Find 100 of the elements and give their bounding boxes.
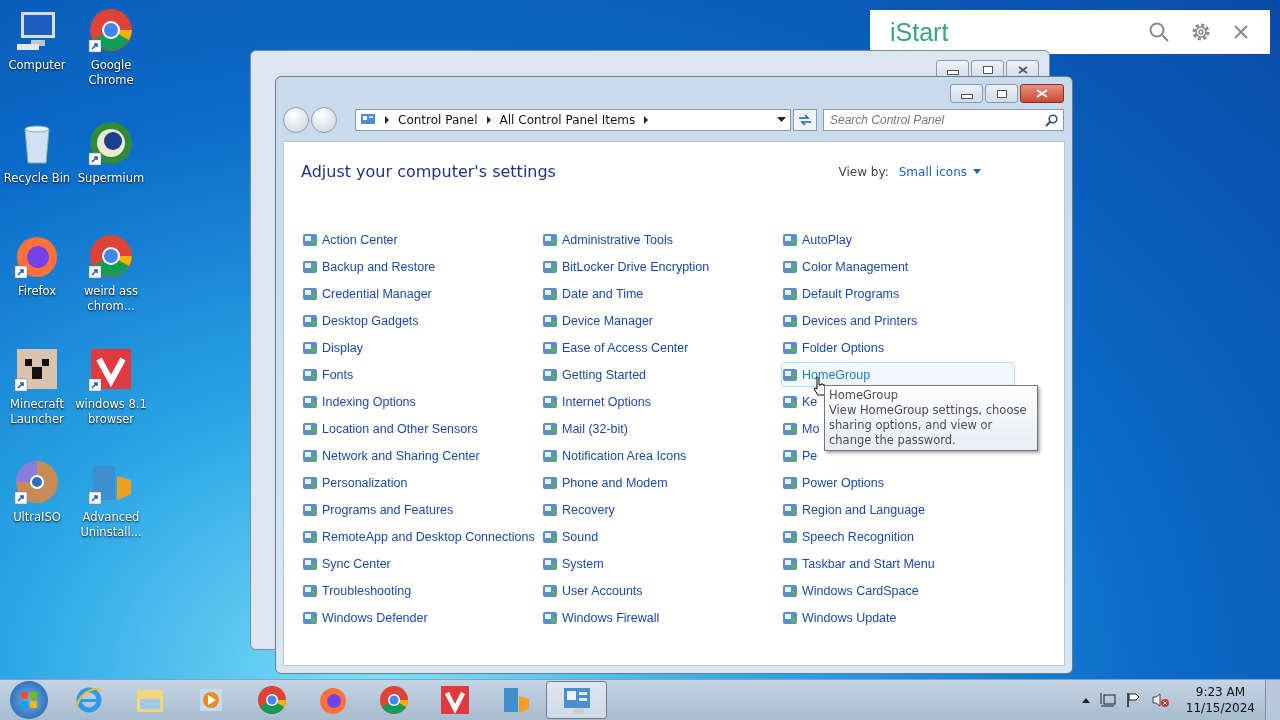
page-heading: Adjust your computer's settings bbox=[301, 162, 556, 181]
settings-item[interactable]: Color Management bbox=[781, 254, 916, 279]
settings-item[interactable]: Fonts bbox=[301, 362, 361, 387]
settings-item[interactable]: Internet Options bbox=[541, 389, 658, 414]
settings-item[interactable]: Ease of Access Center bbox=[541, 335, 696, 360]
settings-item[interactable]: Network and Sharing Center bbox=[301, 443, 487, 468]
applet-icon bbox=[542, 231, 558, 248]
applet-icon bbox=[782, 474, 798, 491]
desktop-shortcut[interactable]: weird ass chrom... bbox=[74, 232, 148, 345]
settings-item[interactable]: Backup and Restore bbox=[301, 254, 443, 279]
tooltip-title: HomeGroup bbox=[829, 388, 899, 403]
settings-item[interactable]: Troubleshooting bbox=[301, 578, 419, 603]
applet-icon bbox=[542, 393, 558, 410]
settings-item[interactable]: Taskbar and Start Menu bbox=[781, 551, 942, 576]
show-desktop-button[interactable] bbox=[1265, 680, 1280, 720]
settings-item[interactable]: AutoPlay bbox=[781, 227, 860, 252]
settings-item[interactable]: Indexing Options bbox=[301, 389, 423, 414]
settings-item[interactable]: Power Options bbox=[781, 470, 891, 495]
settings-item[interactable]: Windows CardSpace bbox=[781, 578, 926, 603]
settings-item[interactable]: Sound bbox=[541, 524, 606, 549]
breadcrumb-item[interactable]: Control Panel bbox=[398, 113, 478, 127]
applet-icon bbox=[302, 582, 318, 599]
applet-icon bbox=[302, 312, 318, 329]
maximize-button[interactable] bbox=[985, 84, 1018, 103]
desktop-shortcut[interactable]: Computer bbox=[0, 6, 74, 119]
search-icon[interactable] bbox=[1148, 21, 1170, 43]
settings-item[interactable]: Mail (32-bit) bbox=[541, 416, 635, 441]
settings-item[interactable]: Personalization bbox=[301, 470, 415, 495]
settings-item[interactable]: Date and Time bbox=[541, 281, 651, 306]
settings-item[interactable]: Phone and Modem bbox=[541, 470, 675, 495]
settings-item[interactable]: System bbox=[541, 551, 611, 576]
settings-item[interactable]: User Accounts bbox=[541, 578, 650, 603]
desktop-shortcut[interactable]: Firefox bbox=[0, 232, 74, 345]
settings-item[interactable]: Sync Center bbox=[301, 551, 398, 576]
taskbar-button[interactable] bbox=[546, 681, 607, 719]
shortcut-label: Advanced Uninstall... bbox=[79, 510, 143, 540]
forward-button[interactable] bbox=[311, 107, 337, 133]
start-button[interactable] bbox=[10, 681, 48, 719]
muted-speaker-icon[interactable] bbox=[1151, 692, 1170, 708]
settings-item[interactable]: Windows Firewall bbox=[541, 605, 667, 630]
settings-item[interactable]: Administrative Tools bbox=[541, 227, 680, 252]
desktop-shortcut[interactable]: Supermium bbox=[74, 119, 148, 232]
settings-item[interactable]: Folder Options bbox=[781, 335, 891, 360]
settings-item[interactable]: Devices and Printers bbox=[781, 308, 925, 333]
settings-item[interactable]: Mo bbox=[781, 416, 827, 441]
close-icon[interactable] bbox=[1232, 23, 1250, 41]
settings-icon[interactable] bbox=[1190, 21, 1212, 43]
flag-icon[interactable] bbox=[1125, 692, 1142, 708]
applet-icon bbox=[782, 366, 798, 383]
applet-icon bbox=[302, 447, 318, 464]
settings-item[interactable]: HomeGroup bbox=[781, 362, 1015, 387]
settings-item[interactable]: Action Center bbox=[301, 227, 405, 252]
chevron-icon[interactable] bbox=[384, 116, 390, 124]
search-field[interactable]: Search Control Panel bbox=[823, 109, 1064, 131]
back-button[interactable] bbox=[283, 107, 309, 133]
settings-item[interactable]: Desktop Gadgets bbox=[301, 308, 426, 333]
applet-icon bbox=[542, 447, 558, 464]
desktop-shortcut[interactable]: Recycle Bin bbox=[0, 119, 74, 232]
close-button[interactable] bbox=[1020, 84, 1064, 103]
view-by-dropdown[interactable]: Small icons bbox=[898, 164, 981, 179]
address-bar[interactable]: Control Panel All Control Panel Items bbox=[355, 109, 791, 131]
settings-item[interactable]: Default Programs bbox=[781, 281, 907, 306]
minimize-button[interactable] bbox=[950, 84, 983, 103]
network-icon[interactable] bbox=[1099, 692, 1116, 708]
settings-item[interactable]: Speech Recognition bbox=[781, 524, 921, 549]
settings-item[interactable]: Notification Area Icons bbox=[541, 443, 694, 468]
shortcut-label: Minecraft Launcher bbox=[9, 397, 65, 427]
applet-icon bbox=[302, 420, 318, 437]
show-hidden-icons-icon[interactable] bbox=[1081, 697, 1090, 703]
dropdown-icon[interactable] bbox=[777, 117, 786, 123]
tooltip-text: View HomeGroup settings, choose sharing options, and view or change the password. bbox=[829, 403, 1028, 448]
breadcrumb-item[interactable]: All Control Panel Items bbox=[499, 113, 636, 127]
settings-item[interactable]: Device Manager bbox=[541, 308, 660, 333]
minecraft-icon bbox=[17, 349, 57, 389]
applet-icon bbox=[542, 474, 558, 491]
clock-date[interactable]: 11/15/2024 bbox=[1185, 700, 1255, 716]
settings-item[interactable]: Windows Update bbox=[781, 605, 904, 630]
applet-icon bbox=[782, 258, 798, 275]
settings-item[interactable]: Pe bbox=[781, 443, 825, 468]
computer-icon bbox=[17, 12, 55, 50]
settings-item[interactable]: BitLocker Drive Encryption bbox=[541, 254, 717, 279]
chevron-icon[interactable] bbox=[643, 116, 650, 124]
clock-time[interactable]: 9:23 AM bbox=[1195, 684, 1246, 700]
settings-item[interactable]: Location and Other Sensors bbox=[301, 416, 485, 441]
settings-item[interactable]: Programs and Features bbox=[301, 497, 461, 522]
shortcut-label: Computer bbox=[8, 58, 66, 73]
settings-item[interactable]: Recovery bbox=[541, 497, 622, 522]
settings-item[interactable]: Windows Defender bbox=[301, 605, 435, 630]
settings-item[interactable]: Credential Manager bbox=[301, 281, 439, 306]
settings-item[interactable]: RemoteApp and Desktop Connections bbox=[301, 524, 542, 549]
settings-item[interactable]: Region and Language bbox=[781, 497, 933, 522]
settings-item[interactable]: Getting Started bbox=[541, 362, 654, 387]
applet-icon bbox=[302, 366, 318, 383]
desktop-shortcut[interactable]: Google Chrome bbox=[74, 6, 148, 119]
settings-item[interactable]: Display bbox=[301, 335, 370, 360]
chevron-icon[interactable] bbox=[485, 116, 492, 124]
shortcut-label: Supermium bbox=[77, 171, 145, 186]
settings-item[interactable]: Ke bbox=[781, 389, 825, 414]
applet-icon bbox=[302, 474, 318, 491]
refresh-button[interactable] bbox=[793, 109, 817, 131]
